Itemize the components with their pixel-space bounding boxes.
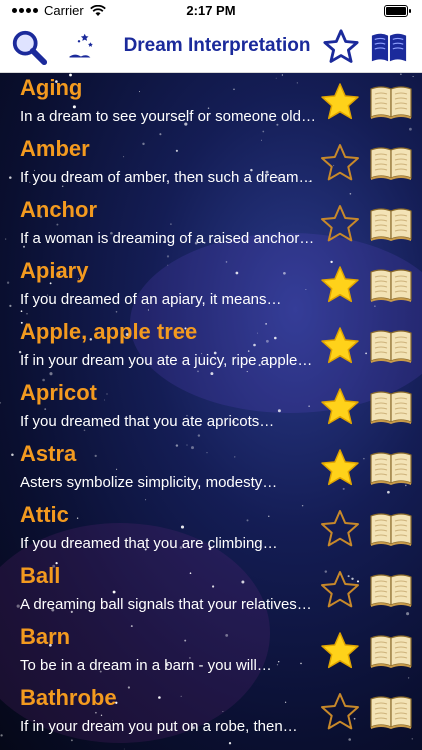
list-item[interactable]: Barn To be in a dream in a barn - you wil…	[0, 622, 422, 683]
open-book-icon[interactable]	[370, 571, 412, 609]
search-icon[interactable]	[10, 28, 48, 66]
entry-description: A dreaming ball signals that your relati…	[20, 596, 312, 613]
star-outline-icon[interactable]	[320, 692, 360, 732]
navigation-bar: Dream Interpretation	[0, 22, 422, 73]
entry-title: Amber	[20, 136, 90, 161]
entry-title: Astra	[20, 441, 77, 466]
entry-title: Apple, apple tree	[20, 319, 198, 344]
star-filled-icon[interactable]	[320, 387, 360, 427]
list-item[interactable]: Ball A dreaming ball signals that your re…	[0, 561, 422, 622]
star-outline-icon[interactable]	[320, 570, 360, 610]
entry-description: If in your dream you ate a juicy, ripe a…	[20, 352, 313, 369]
open-book-icon[interactable]	[370, 449, 412, 487]
entry-description: If you dreamed that you ate apricots…	[20, 413, 275, 430]
entry-title: Attic	[20, 502, 69, 527]
star-filled-icon[interactable]	[320, 448, 360, 488]
entry-description: If you dreamed of an apiary, it means…	[20, 291, 282, 308]
list-item[interactable]: Apple, apple tree If in your dream you at…	[0, 317, 422, 378]
list-item[interactable]: Attic If you dreamed that you are climbin…	[0, 500, 422, 561]
open-book-icon[interactable]	[370, 266, 412, 304]
entry-title: Barn	[20, 624, 71, 649]
entry-description: In a dream to see yourself or someone ol…	[20, 108, 316, 125]
list-item[interactable]: Apricot If you dreamed that you ate apric…	[0, 378, 422, 439]
star-outline-icon[interactable]	[322, 28, 360, 66]
list-item[interactable]: Amber If you dream of amber, then such a …	[0, 134, 422, 195]
open-book-icon[interactable]	[370, 327, 412, 365]
entry-description: Asters symbolize simplicity, modesty…	[20, 474, 278, 491]
entry-description: If you dreamed that you are climbing…	[20, 535, 278, 552]
open-book-icon[interactable]	[370, 388, 412, 426]
battery-icon	[384, 5, 411, 17]
open-book-icon[interactable]	[370, 693, 412, 731]
open-book-icon[interactable]	[370, 83, 412, 121]
star-outline-icon[interactable]	[320, 204, 360, 244]
star-filled-icon[interactable]	[320, 631, 360, 671]
entry-title: Apiary	[20, 258, 89, 283]
list-item[interactable]: Aging In a dream to see yourself or someo…	[0, 73, 422, 134]
open-book-icon[interactable]	[370, 205, 412, 243]
page-title: Dream Interpretation	[123, 35, 311, 56]
star-filled-icon[interactable]	[320, 265, 360, 305]
open-book-icon[interactable]	[370, 632, 412, 670]
list-item[interactable]: Astra Asters symbolize simplicity, modest…	[0, 439, 422, 500]
dream-list[interactable]: Aging In a dream to see yourself or someo…	[0, 73, 422, 750]
entry-title: Ball	[20, 563, 61, 588]
star-outline-icon[interactable]	[320, 143, 360, 183]
star-outline-icon[interactable]	[320, 509, 360, 549]
entry-title: Apricot	[20, 380, 97, 405]
star-filled-icon[interactable]	[320, 82, 360, 122]
moon-stars-icon[interactable]	[60, 28, 98, 66]
list-item[interactable]: Apiary If you dreamed of an apiary, it me…	[0, 256, 422, 317]
entry-description: To be in a dream in a barn - you will…	[20, 657, 272, 674]
entry-description: If you dream of amber, then such a dream…	[20, 169, 314, 186]
entry-description: If in your dream you put on a robe, then…	[20, 718, 298, 735]
entry-title: Bathrobe	[20, 685, 117, 710]
entry-description: If a woman is dreaming of a raised ancho…	[20, 230, 315, 247]
list-item[interactable]: Anchor If a woman is dreaming of a raised…	[0, 195, 422, 256]
entry-title: Aging	[20, 75, 83, 100]
status-time: 2:17 PM	[186, 3, 236, 18]
open-book-icon[interactable]	[370, 144, 412, 182]
entry-title: Anchor	[20, 197, 97, 222]
status-bar: Carrier 2:17 PM	[0, 0, 422, 22]
star-filled-icon[interactable]	[320, 326, 360, 366]
book-icon[interactable]	[370, 28, 408, 66]
list-item[interactable]: Bathrobe If in your dream you put on a ro…	[0, 683, 422, 744]
open-book-icon[interactable]	[370, 510, 412, 548]
